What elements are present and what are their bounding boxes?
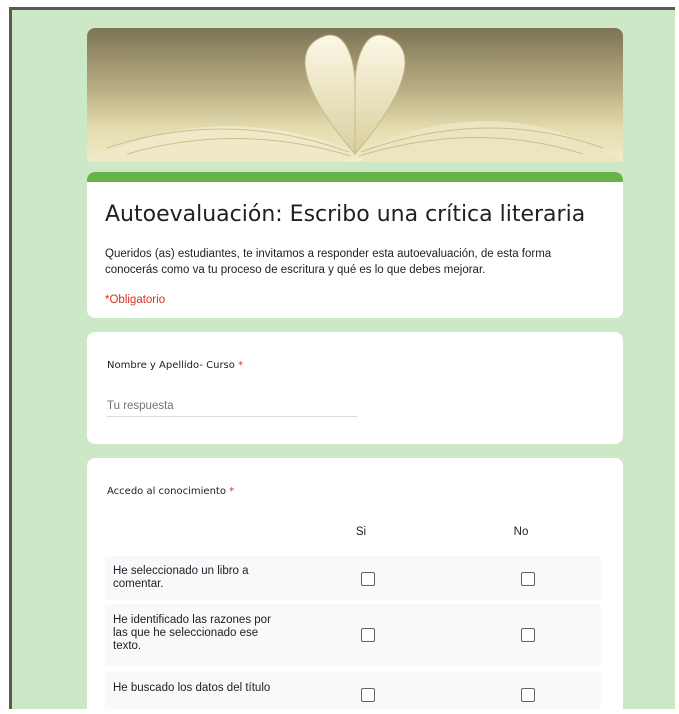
question-name-course: Nombre y Apellido- Curso * [87,332,623,444]
required-asterisk: * [229,486,235,497]
column-header-no: No [513,526,529,538]
checkbox-si[interactable] [361,628,375,642]
question-knowledge-grid: Accedo al conocimiento * Si No He selecc… [87,458,623,709]
answer-input[interactable] [107,396,357,417]
grid-row: He seleccionado un libro a comentar. [105,556,601,600]
required-asterisk: * [238,360,244,371]
checkbox-no[interactable] [521,572,535,586]
checkbox-si[interactable] [361,572,375,586]
form-title: Autoevaluación: Escribo una crítica lite… [105,202,586,227]
question-label-text: Nombre y Apellido- Curso [107,360,235,371]
form-window: Autoevaluación: Escribo una crítica lite… [9,7,675,709]
question-label: Nombre y Apellido- Curso * [107,360,243,371]
checkbox-no[interactable] [521,688,535,702]
question-label: Accedo al conocimiento * [107,486,234,497]
grid-row: He identificado las razones por las que … [105,604,601,666]
form-description: Queridos (as) estudiantes, te invitamos … [105,248,552,276]
row-label: He buscado los datos del título [113,682,271,694]
header-banner-image [87,28,623,162]
checkbox-no[interactable] [521,628,535,642]
row-label: He identificado las razones por las que … [113,614,271,652]
required-note: *Obligatorio [105,294,166,306]
checkbox-si[interactable] [361,688,375,702]
question-label-text: Accedo al conocimiento [107,486,226,497]
row-label: He seleccionado un libro a comentar. [113,565,249,590]
form-header-card: Autoevaluación: Escribo una crítica lite… [87,172,623,318]
column-header-si: Si [355,526,367,538]
grid-row: He buscado los datos del título [105,672,601,709]
